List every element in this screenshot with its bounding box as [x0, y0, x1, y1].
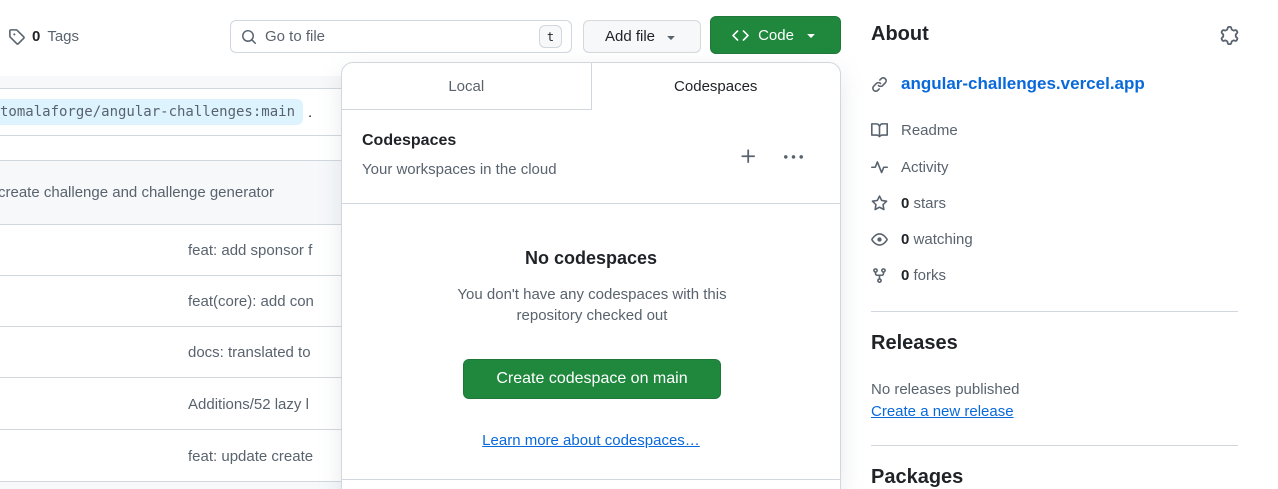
code-icon	[732, 27, 749, 44]
panel-divider	[342, 203, 840, 204]
forks-row[interactable]: 0 forks	[871, 263, 946, 287]
stars-label: 0 stars	[901, 195, 946, 212]
about-title: About	[871, 23, 929, 46]
codespaces-header-subtitle: Your workspaces in the cloud	[362, 161, 557, 178]
sidebar-divider	[871, 445, 1238, 446]
upstream-ref-chip: tomalaforge/angular-challenges:main	[0, 99, 303, 125]
codespaces-options-button[interactable]	[784, 148, 803, 167]
tab-codespaces[interactable]: Codespaces	[592, 63, 841, 110]
pulse-icon	[871, 159, 888, 176]
code-dropdown-tabbar: Local Codespaces	[342, 63, 840, 110]
stars-word: stars	[914, 195, 947, 212]
table-row[interactable]: docs: translated to	[0, 328, 341, 378]
activity-label: Activity	[901, 159, 949, 176]
book-icon	[871, 122, 888, 139]
forks-label: 0 forks	[901, 267, 946, 284]
readme-label: Readme	[901, 122, 958, 139]
eye-icon	[871, 231, 888, 248]
gear-icon[interactable]	[1220, 26, 1239, 45]
tab-local[interactable]: Local	[342, 63, 592, 110]
activity-row[interactable]: Activity	[871, 155, 949, 179]
table-row[interactable]: feat: add sponsor f	[0, 226, 341, 276]
watching-label: 0 watching	[901, 231, 973, 248]
releases-empty-text: No releases published	[871, 381, 1019, 398]
tags-label: Tags	[47, 28, 79, 45]
learn-more-wrapper: Learn more about codespaces…	[342, 432, 840, 449]
shortcut-key-badge: t	[539, 25, 562, 48]
table-row[interactable]: feat(core): add con	[0, 277, 341, 327]
create-release-link[interactable]: Create a new release	[871, 403, 1014, 420]
link-icon	[871, 76, 888, 93]
add-file-label: Add file	[605, 28, 655, 45]
codespaces-header-title: Codespaces	[362, 132, 456, 150]
search-icon	[241, 29, 257, 45]
kebab-horizontal-icon	[784, 148, 803, 167]
banner-suffix: .	[308, 104, 312, 121]
table-row[interactable]: Additions/52 lazy l	[0, 379, 341, 430]
repo-page: 0 Tags t Add file Code tomalaforge/angul…	[0, 0, 1278, 489]
table-footer-strip	[0, 482, 341, 489]
tab-local-label: Local	[448, 78, 484, 95]
row-commit-message[interactable]: feat: update create	[188, 448, 313, 465]
row-commit-message[interactable]: feat: add sponsor f	[188, 242, 312, 259]
chevron-down-icon	[803, 27, 819, 43]
star-icon	[871, 195, 888, 212]
search-input[interactable]	[265, 28, 539, 45]
fork-icon	[871, 267, 888, 284]
tab-codespaces-label: Codespaces	[674, 78, 757, 95]
go-to-file-search[interactable]: t	[230, 20, 572, 53]
row-commit-message[interactable]: feat(core): add con	[188, 293, 314, 310]
no-codespaces-title: No codespaces	[342, 248, 840, 269]
upper-banner-strip	[0, 76, 341, 89]
row-commit-message[interactable]: docs: translated to	[188, 344, 311, 361]
row-commit-message[interactable]: Additions/52 lazy l	[188, 396, 309, 413]
watching-count: 0	[901, 231, 909, 248]
create-codespace-button[interactable]: Create codespace on main	[463, 359, 721, 399]
no-codespaces-description: You don't have any codespaces with this …	[442, 284, 742, 326]
forks-count: 0	[901, 267, 909, 284]
repo-website-link[interactable]: angular-challenges.vercel.app	[901, 74, 1145, 94]
tag-icon	[8, 28, 25, 45]
watching-row[interactable]: 0 watching	[871, 227, 973, 251]
table-row[interactable]: feat: update create	[0, 431, 341, 482]
add-file-button[interactable]: Add file	[583, 20, 701, 53]
tags-count: 0	[32, 28, 40, 45]
code-button-label: Code	[758, 27, 794, 44]
forks-word: forks	[914, 267, 947, 284]
packages-title: Packages	[871, 466, 963, 489]
chevron-down-icon	[663, 29, 679, 45]
sidebar-divider	[871, 311, 1238, 312]
stars-count: 0	[901, 195, 909, 212]
learn-more-link[interactable]: Learn more about codespaces…	[482, 432, 700, 449]
create-codespace-label: Create codespace on main	[496, 370, 687, 388]
branch-status-banner: tomalaforge/angular-challenges:main .	[0, 89, 341, 136]
new-codespace-button[interactable]	[739, 147, 758, 166]
code-dropdown-panel: Local Codespaces Codespaces Your workspa…	[341, 62, 841, 489]
watching-word: watching	[914, 231, 973, 248]
latest-commit-bar: create challenge and challenge generator	[0, 160, 341, 225]
code-button[interactable]: Code	[710, 16, 841, 54]
panel-bottom-divider	[342, 479, 840, 480]
tags-link[interactable]: 0 Tags	[8, 26, 79, 46]
stars-row[interactable]: 0 stars	[871, 191, 946, 215]
website-row: angular-challenges.vercel.app	[871, 72, 1145, 96]
latest-commit-message[interactable]: create challenge and challenge generator	[0, 184, 274, 201]
plus-icon	[739, 147, 758, 166]
releases-title: Releases	[871, 332, 958, 355]
readme-row[interactable]: Readme	[871, 118, 958, 142]
